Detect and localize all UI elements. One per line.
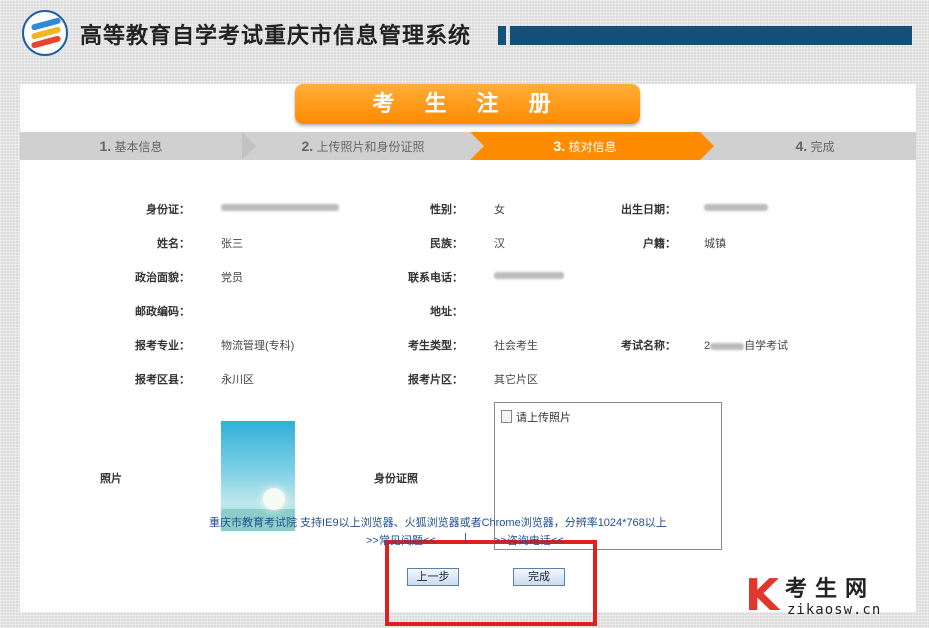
label-area: 报考片区： <box>408 374 463 386</box>
step-1: 1. 基本信息 <box>99 138 163 154</box>
step-progress: 1. 基本信息 2. 上传照片和身份证照 3. 核对信息 4. 完成 <box>20 132 916 160</box>
label-address: 地址： <box>430 306 463 318</box>
footer-info: 重庆市教育考试院 支持IE9以上浏览器、火狐浏览器或者Chrome浏览器，分辨率… <box>209 517 667 529</box>
label-phone: 联系电话： <box>408 272 463 284</box>
consult-link[interactable]: >>咨询电话<< <box>494 532 564 548</box>
id-photo-placeholder: 请上传照片 <box>501 409 571 425</box>
label-gender: 性别： <box>430 204 463 216</box>
value-birth <box>704 201 768 213</box>
label-major: 报考专业： <box>135 340 190 352</box>
footer-separator: | <box>464 532 467 544</box>
registration-panel: 考 生 注 册 1. 基本信息 2. 上传照片和身份证照 3. 核对信息 4. … <box>20 84 916 626</box>
value-area: 其它片区 <box>494 374 538 386</box>
watermark-logo: K 考生网 zikaosw.cn <box>745 568 925 628</box>
header-bar-accent <box>498 26 506 45</box>
value-ethnic: 汉 <box>494 238 505 250</box>
exam-logo-icon <box>22 10 68 56</box>
label-political: 政治面貌： <box>135 272 190 284</box>
label-id-card: 身份证： <box>146 204 190 216</box>
value-hukou: 城镇 <box>704 238 726 250</box>
watermark-url: zikaosw.cn <box>787 602 882 618</box>
watermark-k: K <box>745 570 780 621</box>
step-separator <box>470 132 484 160</box>
label-hukou: 户籍： <box>643 238 676 250</box>
system-title: 高等教育自学考试重庆市信息管理系统 <box>80 23 472 48</box>
highlight-box <box>385 540 597 626</box>
value-major: 物流管理(专科) <box>221 340 295 352</box>
label-district: 报考区县： <box>135 374 190 386</box>
watermark-text: 考生网 <box>785 577 876 602</box>
label-id-photo: 身份证照 <box>374 473 418 485</box>
value-id-card <box>221 201 339 213</box>
step-2: 2. 上传照片和身份证照 <box>301 138 425 154</box>
faq-link[interactable]: >>常见问题<< <box>366 532 436 548</box>
file-icon <box>501 410 512 423</box>
label-photo: 照片 <box>100 473 122 485</box>
page-title: 考 生 注 册 <box>295 84 640 124</box>
label-name: 姓名： <box>157 238 190 250</box>
site-header: 高等教育自学考试重庆市信息管理系统 <box>0 0 929 72</box>
label-postcode: 邮政编码： <box>135 306 190 318</box>
value-name: 张三 <box>221 238 243 250</box>
label-birth: 出生日期： <box>621 204 676 216</box>
label-exam-name: 考试名称： <box>621 340 676 352</box>
value-exam-name: 2 自学考试 <box>704 340 789 352</box>
step-separator <box>242 132 256 160</box>
value-phone <box>494 269 564 281</box>
step-4: 4. 完成 <box>795 138 835 154</box>
label-ethnic: 民族： <box>430 238 463 250</box>
label-student-type: 考生类型： <box>408 340 463 352</box>
value-district: 永川区 <box>221 374 254 386</box>
step-active-arrow <box>700 132 714 160</box>
value-political: 党员 <box>221 272 243 284</box>
step-3-active: 3. 核对信息 <box>470 132 700 160</box>
header-bar <box>510 26 912 45</box>
value-gender: 女 <box>494 204 505 216</box>
value-student-type: 社会考生 <box>494 340 538 352</box>
